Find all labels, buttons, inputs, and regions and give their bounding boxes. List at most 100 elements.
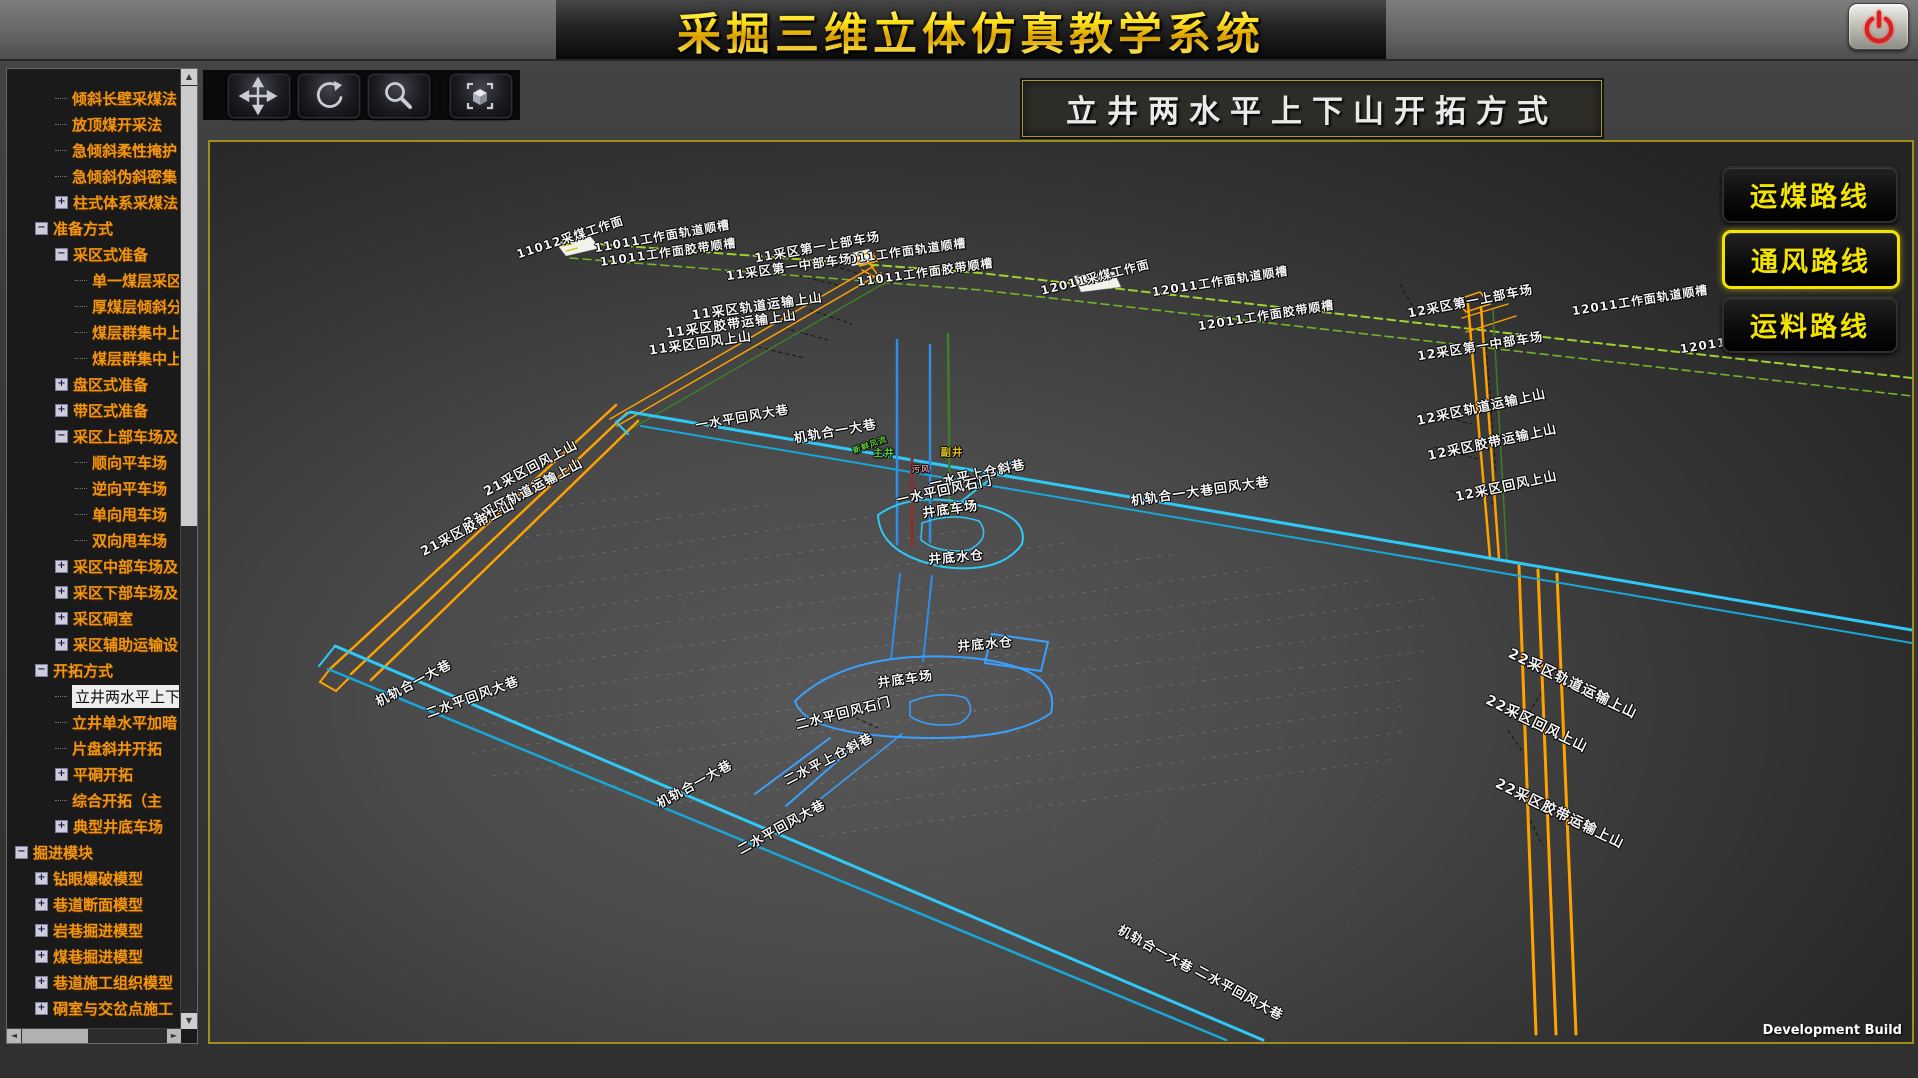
tree-item-6[interactable]: −采区式准备: [9, 241, 179, 267]
scroll-right-icon[interactable]: ►: [167, 1029, 181, 1043]
level1-main-roadway: [616, 412, 1912, 643]
cube-reset-icon: [460, 76, 500, 116]
tree-item-8[interactable]: 厚煤层倾斜分: [9, 293, 179, 319]
sidebar-vertical-scrollbar[interactable]: ▲ ▼: [180, 69, 197, 1029]
tree-item-23[interactable]: 立井两水平上下: [9, 683, 179, 709]
tree-connector: [75, 306, 87, 307]
tree-item-34[interactable]: +巷道施工组织模型: [9, 969, 179, 995]
viewport-3d[interactable]: 11012采煤工作面11011工作面轨道顺槽11011工作面胶带顺槽11采区第一…: [208, 140, 1914, 1044]
tree-connector: [75, 280, 87, 281]
tree-item-28[interactable]: +典型井底车场: [9, 813, 179, 839]
tree-item-25[interactable]: 片盘斜井开拓: [9, 735, 179, 761]
tree-item-label: 盘区式准备: [73, 374, 148, 395]
tree-expand-icon[interactable]: +: [35, 950, 48, 963]
zoom-button[interactable]: [367, 73, 431, 119]
tree-item-label: 逆向平车场: [92, 478, 167, 499]
tree-item-33[interactable]: + 煤巷掘进模型: [9, 943, 179, 969]
pan-button[interactable]: [227, 73, 291, 119]
tree-expand-icon[interactable]: +: [35, 924, 48, 937]
tree-expand-icon[interactable]: +: [55, 560, 68, 573]
tree-item-17[interactable]: 双向甩车场: [9, 527, 179, 553]
tree-collapse-icon[interactable]: −: [35, 664, 48, 677]
level2-pit-bottom: [755, 634, 1052, 806]
tree-item-7[interactable]: 单一煤层采区: [9, 267, 179, 293]
tree-item-32[interactable]: +岩巷掘进模型: [9, 917, 179, 943]
tree-item-29[interactable]: −掘进模块: [9, 839, 179, 865]
tree-expand-icon[interactable]: +: [55, 404, 68, 417]
tree-item-4[interactable]: +柱式体系采煤法: [9, 189, 179, 215]
tree-collapse-icon[interactable]: −: [55, 430, 68, 443]
tree-expand-icon[interactable]: +: [35, 1002, 48, 1015]
horizontal-scroll-thumb[interactable]: [22, 1029, 88, 1043]
scroll-left-icon[interactable]: ◄: [7, 1029, 21, 1043]
tree-expand-icon[interactable]: +: [55, 638, 68, 651]
tree-item-9[interactable]: 煤层群集中上: [9, 319, 179, 345]
tree-item-12[interactable]: +带区式准备: [9, 397, 179, 423]
tree-expand-icon[interactable]: +: [35, 872, 48, 885]
tree-item-3[interactable]: 急倾斜伪斜密集: [9, 163, 179, 189]
scroll-up-icon[interactable]: ▲: [181, 69, 197, 85]
tree-item-15[interactable]: 逆向平车场: [9, 475, 179, 501]
tree-item-11[interactable]: + 盘区式准备: [9, 371, 179, 397]
tree-item-18[interactable]: + 采区中部车场及: [9, 553, 179, 579]
tree-item-2[interactable]: 急倾斜柔性掩护: [9, 137, 179, 163]
tree-item-5[interactable]: −准备方式: [9, 215, 179, 241]
tree-expand-icon[interactable]: +: [55, 612, 68, 625]
vertical-scroll-thumb[interactable]: [181, 86, 197, 526]
route-button-coal[interactable]: 运煤路线: [1722, 166, 1898, 223]
tree-expand-icon[interactable]: +: [55, 378, 68, 391]
tree-item-14[interactable]: 顺向平车场: [9, 449, 179, 475]
scroll-down-icon[interactable]: ▼: [181, 1013, 197, 1029]
tree-item-19[interactable]: +采区下部车场及: [9, 579, 179, 605]
tree-connector: [55, 124, 67, 125]
tree-item-label: 煤层群集中上: [92, 322, 179, 343]
app-title-banner: 采掘三维立体仿真教学系统: [556, 0, 1386, 59]
sidebar-horizontal-scrollbar[interactable]: ◄ ►: [7, 1028, 181, 1043]
tree-item-label: 放顶煤开采法: [72, 114, 162, 135]
tree-expand-icon[interactable]: +: [55, 820, 68, 833]
app-title: 采掘三维立体仿真教学系统: [677, 0, 1265, 62]
tree-connector: [75, 488, 87, 489]
tree-expand-icon[interactable]: +: [35, 976, 48, 989]
route-button-material[interactable]: 运料路线: [1722, 296, 1898, 353]
district-22-lines: [1519, 566, 1576, 1034]
tree-expand-icon[interactable]: +: [55, 196, 68, 209]
tree-item-26[interactable]: + 平硐开拓: [9, 761, 179, 787]
tree-collapse-icon[interactable]: −: [55, 248, 68, 261]
tree-item-label: 平硐开拓: [73, 764, 133, 785]
tree-item-24[interactable]: 立井单水平加暗: [9, 709, 179, 735]
rotate-button[interactable]: [297, 73, 361, 119]
tree-expand-icon[interactable]: +: [35, 898, 48, 911]
tree-item-label: 采区辅助运输设: [73, 634, 178, 655]
tree-item-35[interactable]: +硐室与交岔点施工: [9, 995, 179, 1021]
reset-view-button[interactable]: [449, 73, 513, 119]
tree-item-label: 采区硐室: [73, 608, 133, 629]
tree-item-13[interactable]: −采区上部车场及: [9, 423, 179, 449]
tree-item-label: 采区上部车场及: [73, 426, 178, 447]
tree-item-22[interactable]: −开拓方式: [9, 657, 179, 683]
tree-item-0[interactable]: 倾斜长壁采煤法: [9, 85, 179, 111]
route-button-ventilation[interactable]: 通风路线: [1722, 230, 1900, 289]
power-button[interactable]: [1848, 3, 1909, 50]
module-tree: 倾斜长壁采煤法放顶煤开采法急倾斜柔性掩护急倾斜伪斜密集+柱式体系采煤法−准备方式…: [9, 85, 179, 1027]
coal-face-roadways: [570, 243, 1912, 396]
tree-item-16[interactable]: 单向甩车场: [9, 501, 179, 527]
tree-item-20[interactable]: + 采区硐室: [9, 605, 179, 631]
tree-item-1[interactable]: 放顶煤开采法: [9, 111, 179, 137]
tree-collapse-icon[interactable]: −: [35, 222, 48, 235]
tree-item-31[interactable]: +巷道断面模型: [9, 891, 179, 917]
tree-expand-icon[interactable]: +: [55, 768, 68, 781]
tree-item-30[interactable]: +钻眼爆破模型: [9, 865, 179, 891]
tree-item-label: 采区中部车场及: [73, 556, 178, 577]
tree-item-27[interactable]: 综合开拓（主: [9, 787, 179, 813]
tree-item-10[interactable]: 煤层群集中上: [9, 345, 179, 371]
tree-item-label: 片盘斜井开拓: [72, 738, 162, 759]
level2-main-roadway: [319, 646, 1263, 1040]
tree-item-label: 煤巷掘进模型: [53, 946, 143, 967]
tree-item-21[interactable]: + 采区辅助运输设: [9, 631, 179, 657]
rotate-icon: [308, 76, 348, 116]
tree-expand-icon[interactable]: +: [55, 586, 68, 599]
view-title-box: 立井两水平上下山开拓方式: [1022, 80, 1602, 137]
development-build-label: Development Build: [1763, 1023, 1902, 1038]
tree-collapse-icon[interactable]: −: [15, 846, 28, 859]
